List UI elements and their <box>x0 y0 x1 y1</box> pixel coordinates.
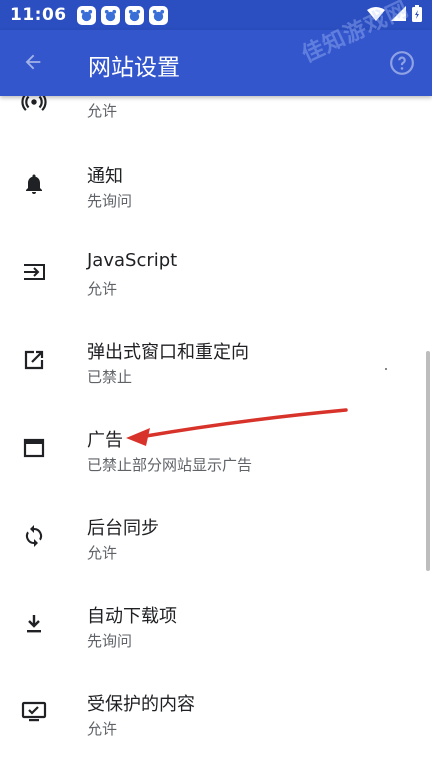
app-notification-icon <box>148 5 168 25</box>
status-bar: 11:06 <box>0 0 432 30</box>
help-button[interactable] <box>386 47 418 79</box>
setting-row-partial[interactable]: 允许 <box>0 96 432 120</box>
site-settings-list: 允许 通知 先询问 JavaScript 允许 弹出式窗口和重定向 已禁止 广告… <box>0 96 432 768</box>
setting-row-javascript[interactable]: JavaScript 允许 <box>0 228 432 316</box>
status-notification-icons <box>76 5 168 25</box>
app-notification-icon <box>124 5 144 25</box>
setting-subtitle: 先询问 <box>87 192 133 210</box>
bell-icon <box>18 168 50 200</box>
setting-row-ads[interactable]: 广告 已禁止部分网站显示广告 <box>0 404 432 492</box>
status-time: 11:06 <box>10 5 67 25</box>
javascript-icon <box>18 256 50 288</box>
arrow-back-icon <box>25 54 41 70</box>
wifi-icon <box>367 6 385 25</box>
app-notification-icon <box>76 5 96 25</box>
setting-subtitle: 允许 <box>87 280 118 298</box>
back-button[interactable] <box>16 45 50 79</box>
setting-subtitle: 允许 <box>87 102 118 120</box>
app-notification-icon <box>100 5 120 25</box>
setting-row-popups[interactable]: 弹出式窗口和重定向 已禁止 <box>0 316 432 404</box>
download-icon <box>18 608 50 640</box>
setting-row-background-sync[interactable]: 后台同步 允许 <box>0 492 432 580</box>
browser-window-icon <box>18 432 50 464</box>
help-icon <box>390 51 414 75</box>
setting-title: 广告 <box>87 430 123 451</box>
setting-subtitle: 允许 <box>87 720 118 738</box>
sensors-icon <box>18 96 50 118</box>
setting-title: 通知 <box>87 166 123 187</box>
setting-subtitle: 允许 <box>87 544 118 562</box>
sync-icon <box>18 520 50 552</box>
app-bar: 网站设置 <box>0 30 432 96</box>
protected-content-icon <box>18 696 50 728</box>
setting-row-auto-downloads[interactable]: 自动下载项 先询问 <box>0 580 432 668</box>
setting-subtitle: 已禁止 <box>87 368 133 386</box>
scroll-marker <box>385 368 387 370</box>
setting-title: 自动下载项 <box>87 606 177 627</box>
setting-title: JavaScript <box>87 250 178 271</box>
battery-icon <box>412 4 422 26</box>
setting-title: 后台同步 <box>87 518 159 539</box>
setting-subtitle: 已禁止部分网站显示广告 <box>87 456 253 474</box>
page-title: 网站设置 <box>88 55 180 81</box>
setting-title: 弹出式窗口和重定向 <box>87 342 249 363</box>
status-system-icons <box>367 4 422 26</box>
open-external-icon <box>18 344 50 376</box>
setting-row-protected-content[interactable]: 受保护的内容 允许 <box>0 668 432 756</box>
setting-subtitle: 先询问 <box>87 632 133 650</box>
setting-row-notifications[interactable]: 通知 先询问 <box>0 140 432 228</box>
scrollbar[interactable] <box>426 351 430 571</box>
signal-icon <box>391 5 406 25</box>
setting-title: 受保护的内容 <box>87 694 195 715</box>
